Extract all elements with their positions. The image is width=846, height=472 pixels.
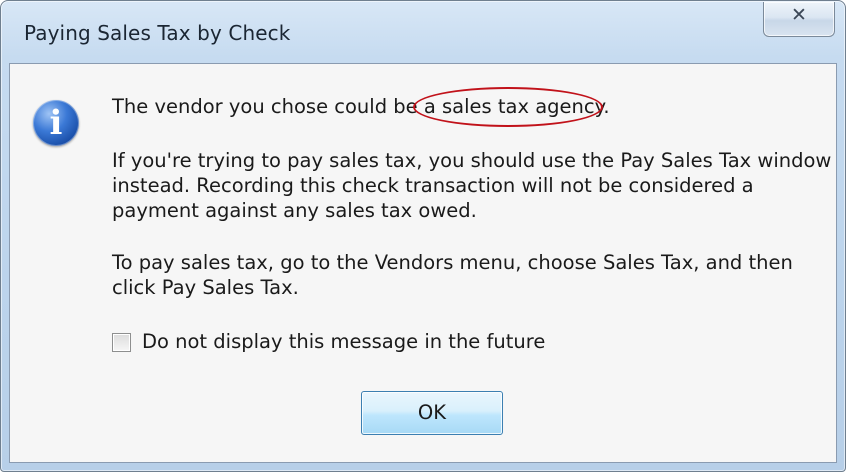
window-title: Paying Sales Tax by Check: [24, 21, 291, 45]
message-paragraph-3: To pay sales tax, go to the Vendors menu…: [112, 251, 793, 299]
info-icon-glyph: i: [49, 103, 63, 143]
message-line-1: The vendor you chose could be a sales ta…: [112, 87, 610, 127]
do-not-display-checkbox[interactable]: [112, 333, 131, 352]
highlighted-phrase-text: a sales tax agency.: [423, 95, 610, 118]
dialog-body: i The vendor you chose could be a sales …: [9, 63, 837, 463]
info-icon: i: [33, 100, 79, 146]
do-not-display-label[interactable]: Do not display this message in the futur…: [142, 330, 545, 353]
ok-button-label: OK: [417, 401, 447, 424]
highlighted-phrase: a sales tax agency.: [412, 87, 610, 127]
ok-button[interactable]: OK: [361, 391, 503, 435]
title-bar[interactable]: Paying Sales Tax by Check ✕: [1, 1, 845, 63]
close-icon: ✕: [791, 4, 807, 26]
dialog-window: Paying Sales Tax by Check ✕ i The vendor…: [0, 0, 846, 472]
message-line-1-text: The vendor you chose could be: [112, 95, 424, 118]
close-button[interactable]: ✕: [763, 2, 835, 37]
message-paragraph-2: If you're trying to pay sales tax, you s…: [112, 149, 832, 222]
